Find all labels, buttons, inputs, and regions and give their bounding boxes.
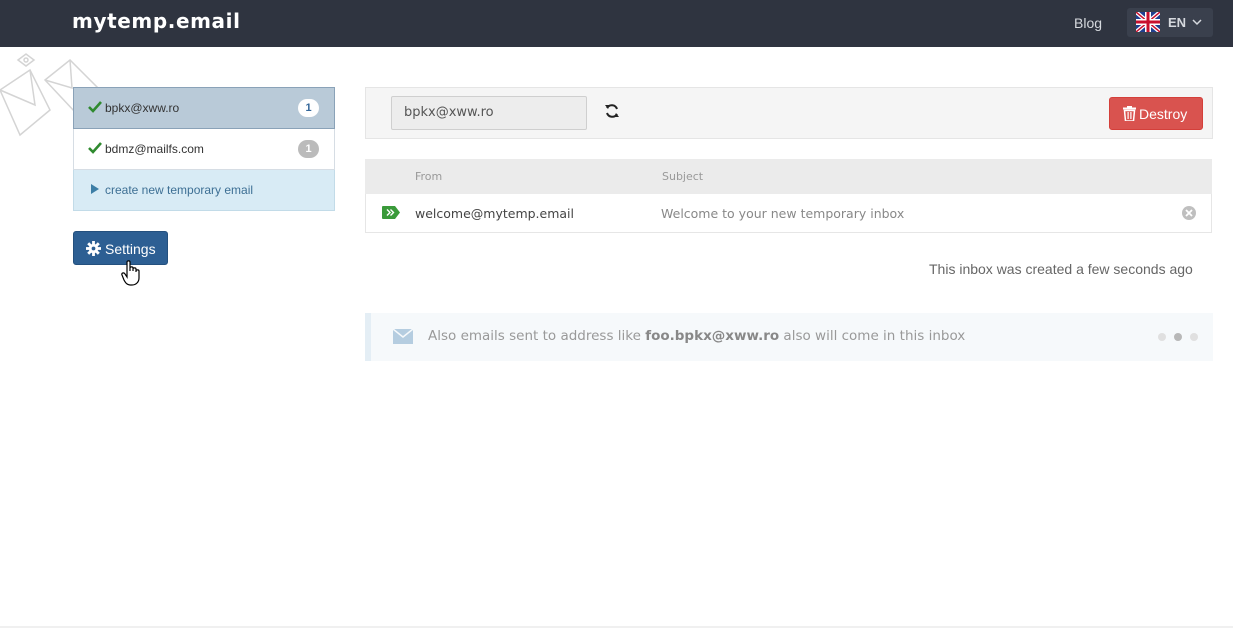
navbar: mytemp.email Blog EN xyxy=(0,0,1233,47)
carousel-dot[interactable] xyxy=(1190,333,1198,341)
alias-info-alert: Also emails sent to address like foo.bpk… xyxy=(365,313,1213,361)
gear-icon xyxy=(86,241,101,256)
envelope-icon xyxy=(393,329,413,344)
uk-flag-icon xyxy=(1136,12,1160,32)
create-new-email-label: create new temporary email xyxy=(105,183,254,197)
unread-count-badge: 1 xyxy=(298,99,319,117)
check-icon xyxy=(88,101,102,113)
close-circle-icon[interactable] xyxy=(1181,205,1197,221)
address-label: bpkx@xww.ro xyxy=(105,101,180,115)
table-row[interactable]: welcome@mytemp.email Welcome to your new… xyxy=(365,194,1212,233)
column-header-from: From xyxy=(415,170,443,183)
hand-cursor-icon xyxy=(121,260,140,286)
alias-info-suffix: also will come in this inbox xyxy=(779,328,966,344)
check-icon xyxy=(88,142,102,154)
carousel-dot-active[interactable] xyxy=(1174,333,1182,341)
blog-link[interactable]: Blog xyxy=(1074,15,1102,31)
play-triangle-icon xyxy=(91,184,99,194)
create-new-email-button[interactable]: create new temporary email xyxy=(73,170,335,211)
settings-label: Settings xyxy=(105,241,156,257)
chevron-down-icon xyxy=(1192,19,1202,26)
language-selector[interactable]: EN xyxy=(1127,8,1213,37)
inbox-created-text: This inbox was created a few seconds ago xyxy=(929,261,1193,277)
brand-logo[interactable]: mytemp.email xyxy=(72,9,241,33)
mail-table: From Subject welcome@mytemp.email Welcom… xyxy=(365,159,1212,233)
alias-info-prefix: Also emails sent to address like xyxy=(428,328,646,344)
language-code: EN xyxy=(1168,15,1187,30)
carousel-dot[interactable] xyxy=(1158,333,1166,341)
alias-example-address: foo.bpkx@xww.ro xyxy=(645,328,780,344)
carousel-dots xyxy=(1158,333,1208,341)
inbox-toolbar: bpkx@xww.ro Destroy xyxy=(365,87,1213,139)
trash-icon xyxy=(1123,106,1136,121)
table-header: From Subject xyxy=(365,159,1212,194)
mail-subject: Welcome to your new temporary inbox xyxy=(661,206,905,221)
unread-count-badge: 1 xyxy=(298,140,319,158)
alias-info-text: Also emails sent to address like foo.bpk… xyxy=(428,328,965,344)
mail-from: welcome@mytemp.email xyxy=(415,206,574,221)
new-mail-tag-icon xyxy=(382,206,400,219)
address-label: bdmz@mailfs.com xyxy=(105,142,204,156)
column-header-subject: Subject xyxy=(662,170,704,183)
refresh-icon[interactable] xyxy=(604,103,620,119)
destroy-label: Destroy xyxy=(1139,106,1188,122)
destroy-button[interactable]: Destroy xyxy=(1109,97,1203,130)
address-list: bpkx@xww.ro 1 bdmz@mailfs.com 1 create n… xyxy=(73,87,335,211)
current-email-field[interactable]: bpkx@xww.ro xyxy=(391,96,587,130)
address-item[interactable]: bdmz@mailfs.com 1 xyxy=(73,129,335,170)
address-item-active[interactable]: bpkx@xww.ro 1 xyxy=(73,87,335,129)
